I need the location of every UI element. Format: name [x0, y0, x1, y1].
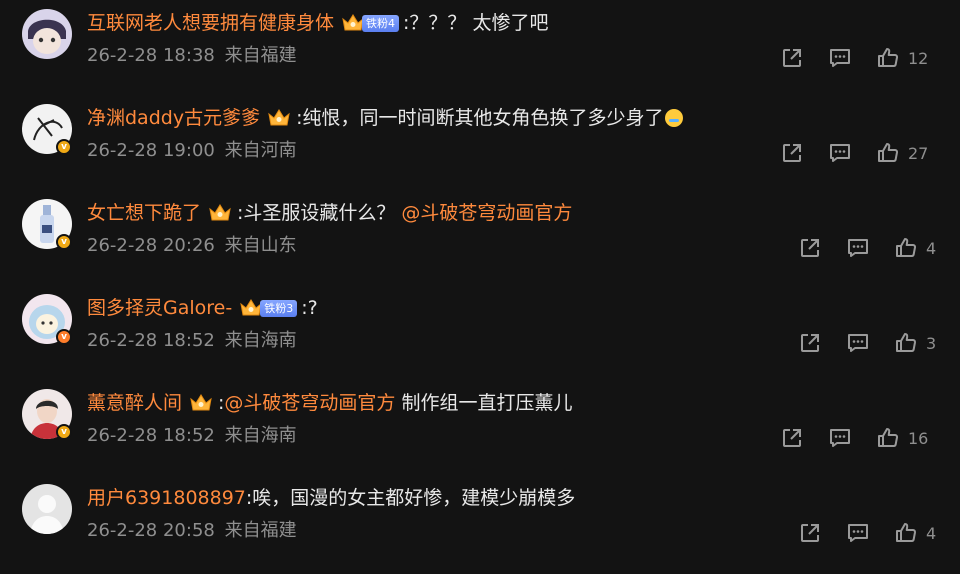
comment-meta: 26-2-28 18:52 来自海南 [87, 329, 297, 353]
crown-icon [266, 107, 292, 129]
fan-level-badge: 铁粉4 [362, 14, 400, 32]
share-icon[interactable] [798, 236, 822, 260]
comment-item: 互联网老人想要拥有健康身体 铁粉4 :？？？ 太惨了吧 26-2-28 18:3… [0, 4, 960, 99]
comment-icon[interactable] [828, 46, 852, 70]
comment-header: 薰意醉人间 : @斗破苍穹动画官方 制作组一直打压薰儿 [87, 388, 572, 418]
comment-item: v 女亡想下跪了 :斗圣服设藏什么？ @斗破苍穹动画官方 26-2-28 20:… [0, 194, 960, 289]
like-count: 4 [926, 523, 937, 543]
comment-location: 来自山东 [224, 235, 297, 256]
like-icon[interactable] [876, 426, 900, 450]
comment-meta: 26-2-28 18:52 来自海南 [87, 424, 297, 448]
like-count: 3 [926, 333, 937, 353]
like-icon[interactable] [894, 521, 918, 545]
crown-icon [188, 392, 214, 414]
like-count: 12 [908, 48, 929, 68]
username-link[interactable]: 净渊daddy古元爹爹 [87, 103, 260, 133]
comment-item: 用户6391808897 :唉，国漫的女主都好惨，建模少崩模多 26-2-28 … [0, 479, 960, 574]
username-link[interactable]: 薰意醉人间 [87, 388, 182, 418]
comment-text: :唉，国漫的女主都好惨，建模少崩模多 [245, 487, 576, 509]
comment-date: 26-2-28 20:26 [87, 235, 215, 256]
verified-badge-icon: v [56, 424, 72, 440]
comment-location: 来自福建 [224, 45, 297, 66]
avatar[interactable] [22, 484, 72, 534]
comment-meta: 26-2-28 20:58 来自福建 [87, 519, 297, 543]
comment-icon[interactable] [828, 141, 852, 165]
comment-item: v 图多择灵Galore- 铁粉3 :? 26-2-28 18:52 来自海南 … [0, 289, 960, 384]
comment-location: 来自海南 [224, 330, 297, 351]
comment-icon[interactable] [846, 331, 870, 355]
like-count: 16 [908, 428, 929, 448]
mention-link[interactable]: @斗破苍穹动画官方 [401, 198, 572, 228]
comment-meta: 26-2-28 18:38 来自福建 [87, 44, 297, 68]
comment-text: :？？？ 太惨了吧 [403, 12, 549, 34]
comment-date: 26-2-28 18:52 [87, 425, 215, 446]
like-icon[interactable] [894, 331, 918, 355]
like-count: 27 [908, 143, 929, 163]
comment-actions: 12 [780, 44, 930, 72]
verified-badge-icon: v [56, 139, 72, 155]
comment-date: 26-2-28 20:58 [87, 520, 215, 541]
comment-item: v 薰意醉人间 : @斗破苍穹动画官方 制作组一直打压薰儿 26-2-28 18… [0, 384, 960, 479]
comment-location: 来自福建 [224, 520, 297, 541]
comment-item: v 净渊daddy古元爹爹 :纯恨，同一时间断其他女角色换了多少身了 26-2-… [0, 99, 960, 194]
comment-location: 来自海南 [224, 425, 297, 446]
comment-actions: 4 [798, 519, 938, 547]
comment-icon[interactable] [846, 236, 870, 260]
share-icon[interactable] [780, 426, 804, 450]
comment-icon[interactable] [846, 521, 870, 545]
fan-level-badge: 铁粉3 [260, 299, 298, 317]
comment-actions: 16 [780, 424, 930, 452]
comment-header: 图多择灵Galore- 铁粉3 :? [87, 293, 318, 323]
avatar[interactable] [22, 9, 72, 59]
comment-actions: 3 [798, 329, 938, 357]
comment-header: 女亡想下跪了 :斗圣服设藏什么？ @斗破苍穹动画官方 [87, 198, 572, 228]
share-icon[interactable] [798, 521, 822, 545]
comment-text: :纯恨，同一时间断其他女角色换了多少身了 [296, 107, 664, 129]
comment-text-after: 制作组一直打压薰儿 [395, 392, 573, 414]
share-icon[interactable] [798, 331, 822, 355]
crown-icon [207, 202, 233, 224]
comment-header: 净渊daddy古元爹爹 :纯恨，同一时间断其他女角色换了多少身了 [87, 103, 684, 133]
comment-actions: 4 [798, 234, 938, 262]
like-icon[interactable] [894, 236, 918, 260]
comment-header: 互联网老人想要拥有健康身体 铁粉4 :？？？ 太惨了吧 [87, 8, 548, 38]
comment-meta: 26-2-28 20:26 来自山东 [87, 234, 297, 258]
like-icon[interactable] [876, 141, 900, 165]
username-link[interactable]: 互联网老人想要拥有健康身体 [87, 8, 334, 38]
comment-header: 用户6391808897 :唉，国漫的女主都好惨，建模少崩模多 [87, 483, 575, 513]
share-icon[interactable] [780, 46, 804, 70]
comment-date: 26-2-28 19:00 [87, 140, 215, 161]
comment-list: 互联网老人想要拥有健康身体 铁粉4 :？？？ 太惨了吧 26-2-28 18:3… [0, 0, 960, 562]
comment-meta: 26-2-28 19:00 来自河南 [87, 139, 297, 163]
verified-badge-icon: v [56, 329, 72, 345]
comment-text: :斗圣服设藏什么？ [237, 202, 396, 224]
comment-text: :? [301, 297, 318, 319]
comment-date: 26-2-28 18:38 [87, 45, 215, 66]
comment-icon[interactable] [828, 426, 852, 450]
comment-actions: 27 [780, 139, 930, 167]
username-link[interactable]: 图多择灵Galore- [87, 293, 232, 323]
mention-link[interactable]: @斗破苍穹动画官方 [224, 388, 395, 418]
crying-emoji-icon [665, 109, 684, 127]
comment-location: 来自河南 [224, 140, 297, 161]
share-icon[interactable] [780, 141, 804, 165]
username-link[interactable]: 女亡想下跪了 [87, 198, 201, 228]
comment-date: 26-2-28 18:52 [87, 330, 215, 351]
verified-badge-icon: v [56, 234, 72, 250]
username-link[interactable]: 用户6391808897 [87, 483, 246, 513]
like-icon[interactable] [876, 46, 900, 70]
like-count: 4 [926, 238, 937, 258]
